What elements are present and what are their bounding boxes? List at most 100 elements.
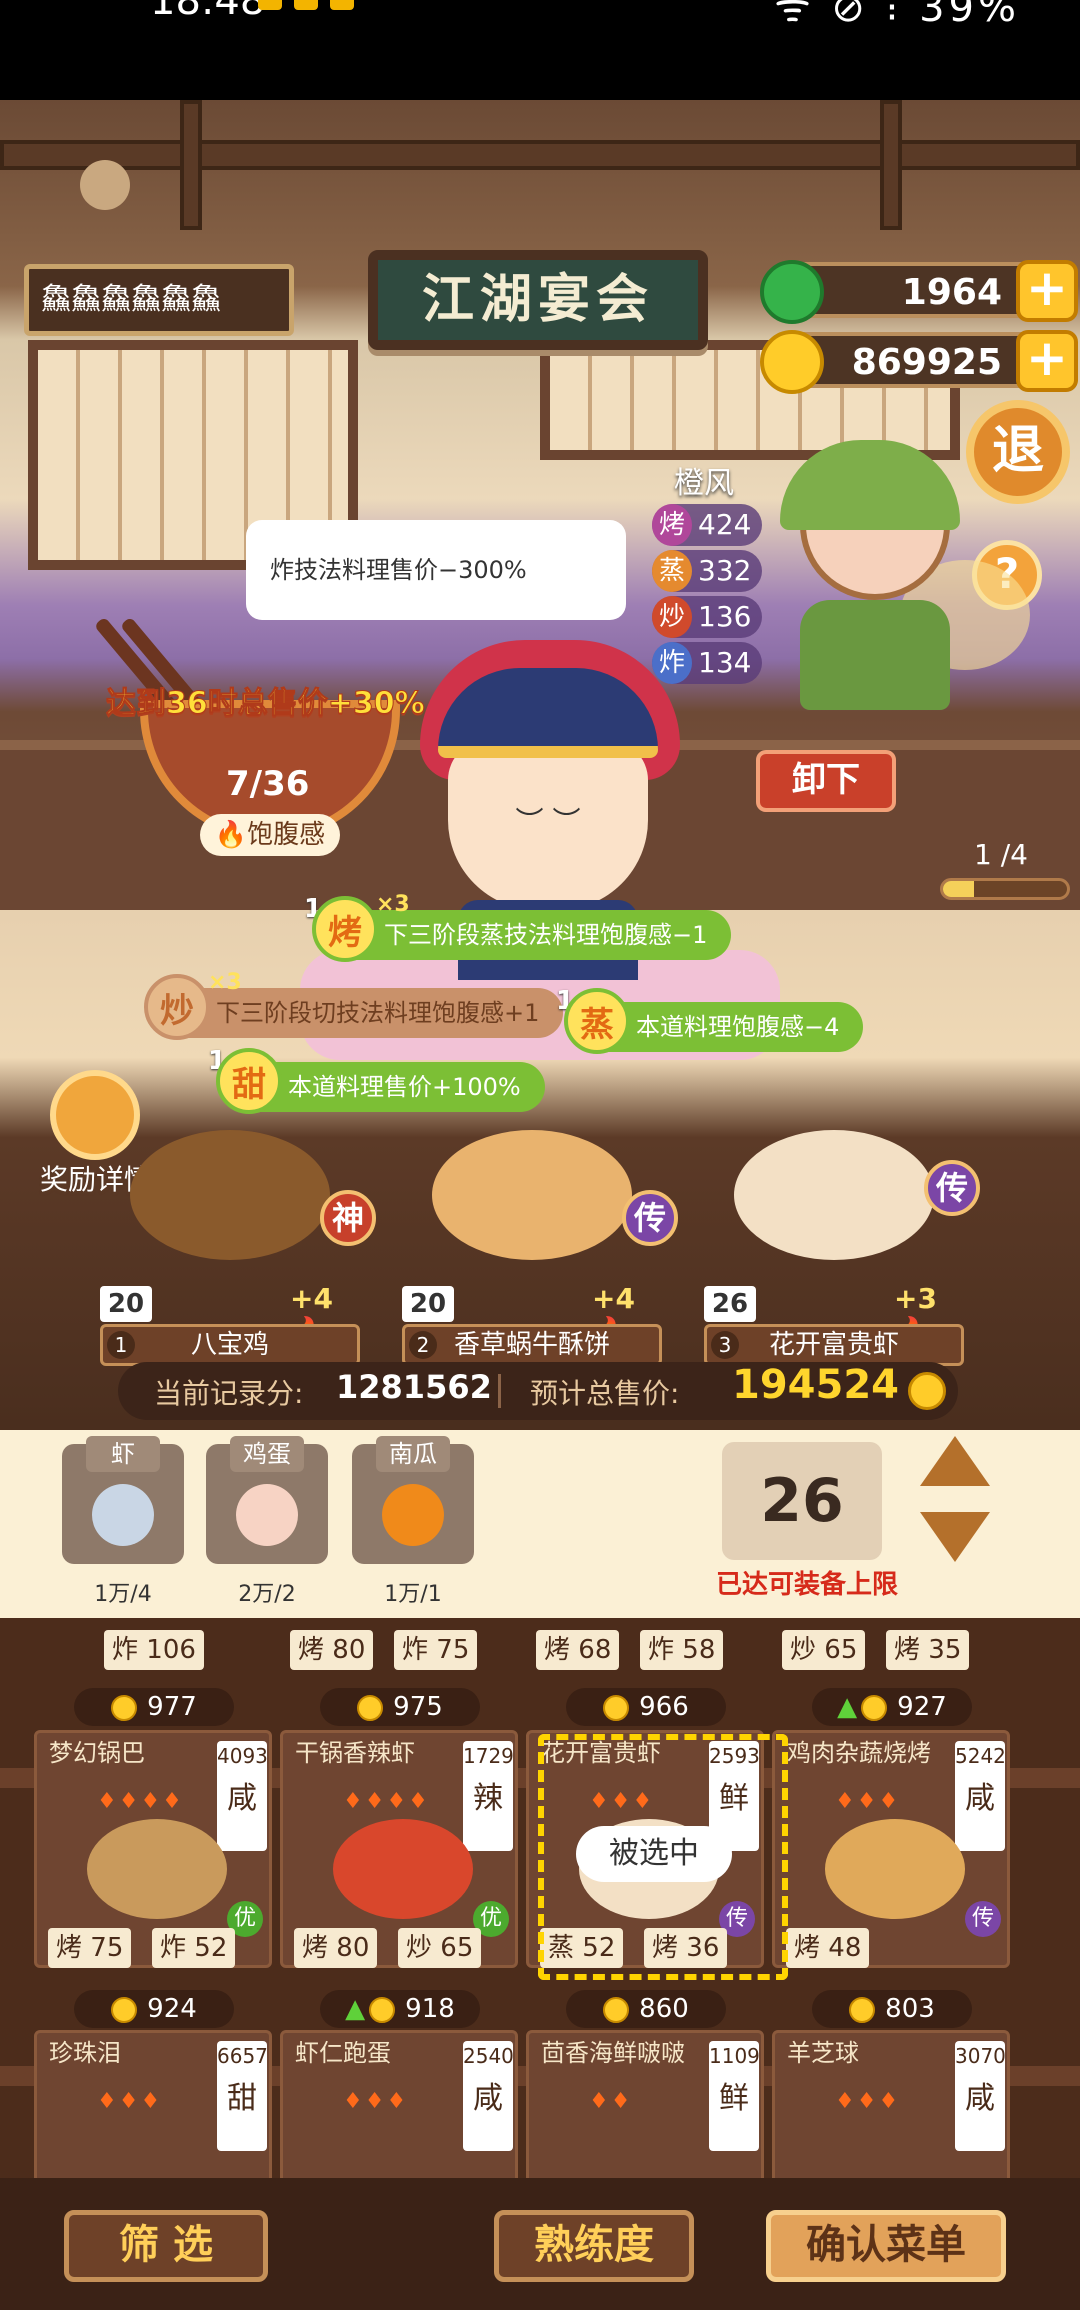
rarity-badge: 传 [924,1160,980,1216]
taste-box: 1729 辣 [463,1741,514,1851]
taste-box: 6657 甜 [217,2041,268,2151]
bowl-goal-text: 达到36时总售价+30% [106,686,426,722]
tag-text: 本道料理饱腹感−4 [636,1013,840,1041]
dish-card[interactable]: 珍珠泪 6657 甜 ♦♦♦ [34,2030,272,2178]
dish-title: 羊芝球 [787,2039,859,2067]
showcase-dish[interactable]: 传20+4🔥2香草蜗牛酥饼 [402,1130,678,1370]
dish-taste: 咸 [473,2081,503,2116]
coin-resource: 869925 + [760,330,1078,394]
coin-icon [603,1694,630,1721]
pumpkin-icon [382,1484,444,1546]
dish-image [333,1819,473,1919]
technique-icon: 炒 [406,1933,433,1963]
price-value: 918 [405,1994,455,2024]
proficiency-button[interactable]: 熟练度 [494,2210,694,2282]
coin-icon [760,330,824,394]
technique-icon: 烤 [56,1933,83,1963]
status-right: ᯤ ⊘ ⁝ 39% [774,0,1020,31]
dish-taste: 鲜 [719,2081,749,2116]
total-price-value: 194524 [732,1362,899,1408]
coin-icon [111,1996,138,2023]
technique-icon: 烤 [544,1635,571,1665]
dish-card[interactable]: 虾仁跑蛋 2540 咸 ♦♦♦ [280,2030,518,2178]
coin-value: 869925 [851,342,1002,383]
dish-title: 鸡肉杂蔬烧烤 [787,1739,931,1767]
dish-price: 860 [566,1990,726,2028]
stage-progress-text: 1 /4 [974,838,1028,871]
technique-icon: 烤 [312,896,378,962]
technique-icon: 烤 [652,504,692,546]
technique-value: 35 [928,1635,962,1665]
stage-progress: 1 /4 [940,838,1070,928]
dish-card[interactable]: 羊芝球 3070 咸 ♦♦♦ [772,2030,1010,2178]
showcase-dish[interactable]: 神20+4🔥1八宝鸡 [100,1130,376,1370]
dish-image [825,1819,965,1919]
confirm-menu-button[interactable]: 确认菜单 [766,2210,1006,2282]
price-value: 924 [147,1994,197,2024]
dish-taste: 咸 [227,1781,257,1816]
dish-title: 梦幻锅巴 [49,1739,145,1767]
technique-value: 75 [436,1635,470,1665]
technique-icon: 炸 [112,1635,139,1665]
satiety-label: 🔥饱腹感 [200,814,340,856]
satiety-flames: ♦♦♦ [835,2089,901,2114]
technique-icon: 烤 [894,1635,921,1665]
add-jade-button[interactable]: + [1016,260,1078,322]
dish-number: 1729 [463,1744,514,1768]
fairy-body [800,600,950,710]
npc-stat-value: 424 [698,508,752,541]
technique-value: 80 [336,1933,370,1963]
satiety-flames: ♦♦♦ [343,2089,409,2114]
dish-number: 2540 [463,2044,514,2068]
add-coin-button[interactable]: + [1016,330,1078,392]
npc-stat: 蒸 332 [652,550,762,592]
filter-button[interactable]: 筛 选 [64,2210,268,2282]
stage-progress-fill [943,881,974,897]
npc-stat: 炸 134 [652,642,762,684]
dish-taste: 甜 [227,2081,257,2116]
ingredient-qty: 1万/4 [94,1582,152,1607]
stage-progress-bar [940,878,1070,900]
taste-box: 1109 鲜 [709,2041,760,2151]
dish-title: 干锅香辣虾 [295,1739,415,1767]
dish-price: ▲ 918 [320,1990,480,2028]
satiety-bonus-value: +4 [290,1282,333,1315]
taste-icon: 甜 [216,1048,282,1114]
technique-icon: 炸 [160,1933,187,1963]
technique-icon: 炒 [652,596,692,638]
speech-bubble: 炸技法料理售价−300% [246,520,626,620]
dish-count: 20 [402,1286,454,1322]
taste-box: 3070 咸 [955,2041,1006,2151]
price-value: 803 [885,1994,935,2024]
technique-requirement: 炸 106 [104,1630,204,1670]
technique-requirement: 炸 58 [640,1630,724,1670]
technique-icon: 炸 [402,1635,429,1665]
satiety-flames: ♦♦ [589,2089,633,2114]
score-bar: 当前记录分: 1281562 预计总售价: 194524 [118,1362,958,1420]
skill-tag: 1 蒸 本道料理饱腹感−4 [556,986,864,1054]
unload-button[interactable]: 卸下 [756,750,896,812]
exit-button[interactable]: 退 [966,400,1070,504]
dish-price: 924 [74,1990,234,2028]
satiety-flames: ♦♦♦ [97,2089,163,2114]
technique-value: 52 [194,1933,228,1963]
status-time: 18:48 [150,0,266,24]
dish-slot-number: 1 [107,1331,135,1359]
price-value: 927 [897,1692,947,1722]
technique-requirement: 炸 52 [152,1928,236,1968]
coin-icon [849,1996,876,2023]
coin-icon [861,1694,888,1721]
dish-card[interactable]: 茴香海鲜啵啵 1109 鲜 ♦♦ [526,2030,764,2178]
dish-price: 803 [812,1990,972,2028]
dish-image [432,1130,632,1260]
dish-title: 珍珠泪 [49,2039,121,2067]
taste-box: 4093 咸 [217,1741,268,1851]
chef-eyes: ︶ ︶ [515,805,581,838]
technique-icon: 烤 [794,1933,821,1963]
dish-number: 1109 [709,2044,760,2068]
dish-price: ▲ 927 [812,1688,972,1726]
shrimp-icon [92,1484,154,1546]
dish-title: 茴香海鲜啵啵 [541,2039,685,2067]
record-score-value: 1281562 [336,1368,492,1406]
showcase-dish[interactable]: 传26+3🔥3花开富贵虾 [704,1130,980,1370]
